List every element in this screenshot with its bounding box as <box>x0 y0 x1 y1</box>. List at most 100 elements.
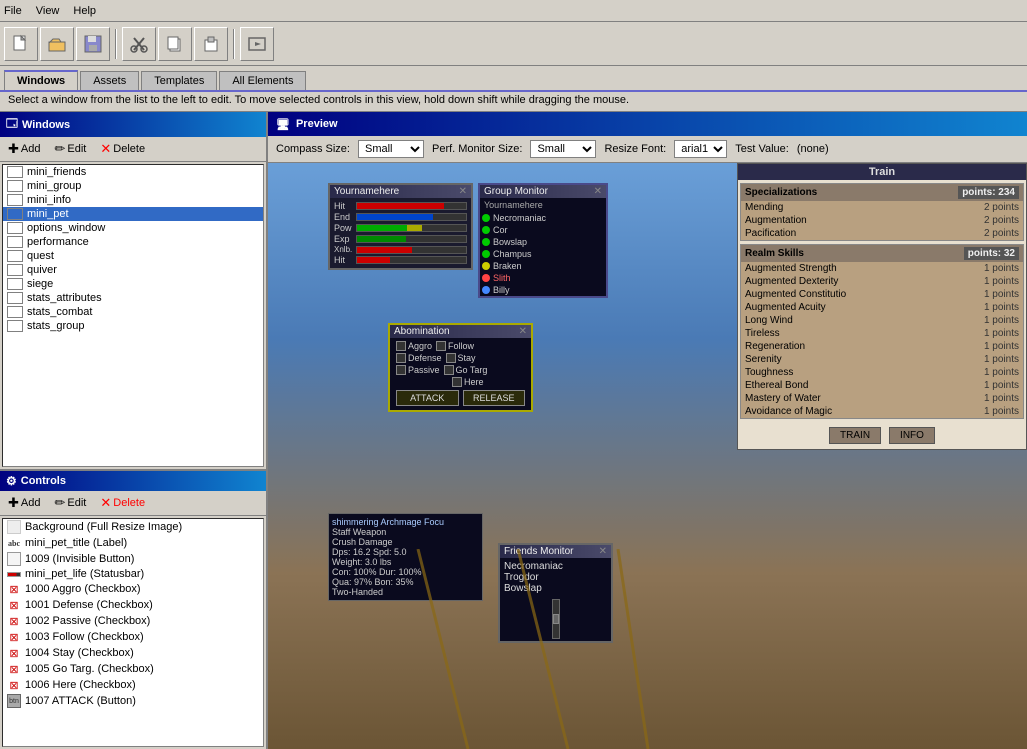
pet-cb-follow[interactable]: Follow <box>436 341 474 351</box>
ctrl-mini-pet-title[interactable]: abc mini_pet_title (Label) <box>3 535 263 551</box>
list-item-mini-friends[interactable]: mini_friends <box>3 165 263 179</box>
list-item-stats-combat[interactable]: stats_combat <box>3 305 263 319</box>
list-item-performance[interactable]: performance <box>3 235 263 249</box>
tab-all-elements[interactable]: All Elements <box>219 71 306 90</box>
windows-list[interactable]: mini_friends mini_group mini_info mini_p… <box>2 164 264 467</box>
realm-ethereal-bond: Ethereal Bond1 points <box>741 379 1023 392</box>
group-member-bowslap: Bowslap <box>480 236 606 248</box>
realm-items: Augmented Strength1 points Augmented Dex… <box>741 262 1023 418</box>
group-monitor-title: Group Monitor ✕ <box>480 185 606 198</box>
member-status-dot <box>482 274 490 282</box>
pet-window[interactable]: Abomination ✕ Aggro Follow Defense Stay … <box>388 323 533 412</box>
ctrl-mini-pet-life[interactable]: mini_pet_life (Statusbar) <box>3 567 263 581</box>
item-quality: Qua: 97% Bon: 35% <box>332 577 479 587</box>
toolbar-paste-btn[interactable] <box>194 27 228 61</box>
controls-edit-btn[interactable]: ✏ Edit <box>50 494 90 512</box>
group-monitor-window[interactable]: Group Monitor ✕ Yournamehere Necromaniac… <box>478 183 608 298</box>
friends-list: Necromaniac Trogdor Bowslap <box>500 558 611 597</box>
group-member-slith: Slith <box>480 272 606 284</box>
pet-cb-go-targ[interactable]: Go Targ <box>444 365 488 375</box>
ctrl-1001-defense[interactable]: ⊠ 1001 Defense (Checkbox) <box>3 597 263 613</box>
list-item-quiver[interactable]: quiver <box>3 263 263 277</box>
item-hand: Two-Handed <box>332 587 479 597</box>
perf-monitor-label: Perf. Monitor Size: <box>432 143 522 155</box>
toolbar-copy-btn[interactable] <box>158 27 192 61</box>
ctrl-1009-invisible-btn[interactable]: 1009 (Invisible Button) <box>3 551 263 567</box>
tab-templates[interactable]: Templates <box>141 71 217 90</box>
toolbar-new-btn[interactable] <box>4 27 38 61</box>
list-item-stats-group[interactable]: stats_group <box>3 319 263 333</box>
compass-size-select[interactable]: SmallMediumLarge <box>358 140 424 158</box>
group-close-btn[interactable]: ✕ <box>594 186 602 197</box>
toolbar-cut-btn[interactable] <box>122 27 156 61</box>
realm-aug-acu: Augmented Acuity1 points <box>741 301 1023 314</box>
player-window[interactable]: Yournamehere ✕ Hit End Pow <box>328 183 473 270</box>
preview-controls-bar: Compass Size: SmallMediumLarge Perf. Mon… <box>268 136 1027 163</box>
train-train-btn[interactable]: TRAIN <box>829 427 881 444</box>
toolbar-save-btn[interactable] <box>76 27 110 61</box>
windows-edit-btn[interactable]: ✏ Edit <box>50 140 90 158</box>
test-value-display: (none) <box>797 143 829 155</box>
item-con: Con: 100% Dur: 100% <box>332 567 479 577</box>
preview-title: Preview <box>296 118 338 130</box>
menu-help[interactable]: Help <box>73 5 96 17</box>
toolbar-open-btn[interactable] <box>40 27 74 61</box>
window-item-icon <box>7 264 23 276</box>
preview-canvas[interactable]: Yournamehere ✕ Hit End Pow <box>268 163 1027 749</box>
ctrl-1007-attack[interactable]: btn 1007 ATTACK (Button) <box>3 693 263 709</box>
member-status-dot <box>482 262 490 270</box>
pet-cb-aggro[interactable]: Aggro <box>396 341 432 351</box>
ctrl-1005-go-targ[interactable]: ⊠ 1005 Go Targ. (Checkbox) <box>3 661 263 677</box>
controls-edit-label: Edit <box>67 497 86 509</box>
controls-list[interactable]: Background (Full Resize Image) abc mini_… <box>2 518 264 747</box>
pet-cb-stay[interactable]: Stay <box>446 353 476 363</box>
realm-skills-section: Realm Skills points: 32 Augmented Streng… <box>740 244 1024 419</box>
realm-toughness: Toughness1 points <box>741 366 1023 379</box>
controls-delete-btn[interactable]: ✕ Delete <box>96 494 149 512</box>
ctrl-1002-passive[interactable]: ⊠ 1002 Passive (Checkbox) <box>3 613 263 629</box>
perf-monitor-select[interactable]: SmallMediumLarge <box>530 140 596 158</box>
controls-add-btn[interactable]: ✚ Add <box>4 494 44 512</box>
train-info-btn[interactable]: INFO <box>889 427 935 444</box>
friends-close-btn[interactable]: ✕ <box>599 546 607 557</box>
resize-font-select[interactable]: arial1arial2 <box>674 140 727 158</box>
windows-delete-btn[interactable]: ✕ Delete <box>96 140 149 158</box>
ctrl-1006-here[interactable]: ⊠ 1006 Here (Checkbox) <box>3 677 263 693</box>
toolbar-preview-btn[interactable] <box>240 27 274 61</box>
ctrl-1004-stay[interactable]: ⊠ 1004 Stay (Checkbox) <box>3 645 263 661</box>
list-item-mini-group[interactable]: mini_group <box>3 179 263 193</box>
ctrl-1000-aggro[interactable]: ⊠ 1000 Aggro (Checkbox) <box>3 581 263 597</box>
friends-scrollbar[interactable] <box>552 599 560 639</box>
list-item-siege[interactable]: siege <box>3 277 263 291</box>
pet-cb-passive[interactable]: Passive <box>396 365 440 375</box>
player-close-btn[interactable]: ✕ <box>459 186 467 197</box>
ctrl-1003-follow[interactable]: ⊠ 1003 Follow (Checkbox) <box>3 629 263 645</box>
list-item-options-window[interactable]: options_window <box>3 221 263 235</box>
list-item-mini-info[interactable]: mini_info <box>3 193 263 207</box>
list-item-stats-attributes[interactable]: stats_attributes <box>3 291 263 305</box>
pet-release-btn[interactable]: RELEASE <box>463 390 526 406</box>
window-item-icon <box>7 194 23 206</box>
friends-monitor-window[interactable]: Friends Monitor ✕ Necromaniac Trogdor Bo… <box>498 543 613 643</box>
ctrl-label-icon: abc <box>7 536 21 550</box>
windows-header: 🗔 Windows <box>0 112 266 137</box>
list-item-quest[interactable]: quest <box>3 249 263 263</box>
spec-augmentation: Augmentation 2 points <box>741 214 1023 227</box>
pet-close-btn[interactable]: ✕ <box>519 326 527 337</box>
pet-cb-here[interactable]: Here <box>452 377 484 387</box>
add-icon: ✚ <box>8 495 19 511</box>
window-item-icon <box>7 166 23 178</box>
item-window[interactable]: shimmering Archmage Focu Staff Weapon Cr… <box>328 513 483 601</box>
tab-assets[interactable]: Assets <box>80 71 139 90</box>
menu-file[interactable]: File <box>4 5 22 17</box>
controls-gear-icon: ⚙ <box>6 474 17 488</box>
list-item-mini-pet[interactable]: mini_pet <box>3 207 263 221</box>
tab-windows[interactable]: Windows <box>4 70 78 90</box>
windows-add-btn[interactable]: ✚ Add <box>4 140 44 158</box>
pet-attack-btn[interactable]: ATTACK <box>396 390 459 406</box>
menu-view[interactable]: View <box>36 5 60 17</box>
ctrl-background[interactable]: Background (Full Resize Image) <box>3 519 263 535</box>
pet-cb-defense[interactable]: Defense <box>396 353 442 363</box>
delete-icon: ✕ <box>100 141 111 157</box>
train-window[interactable]: Train Specializations points: 234 Mendin… <box>737 163 1027 450</box>
